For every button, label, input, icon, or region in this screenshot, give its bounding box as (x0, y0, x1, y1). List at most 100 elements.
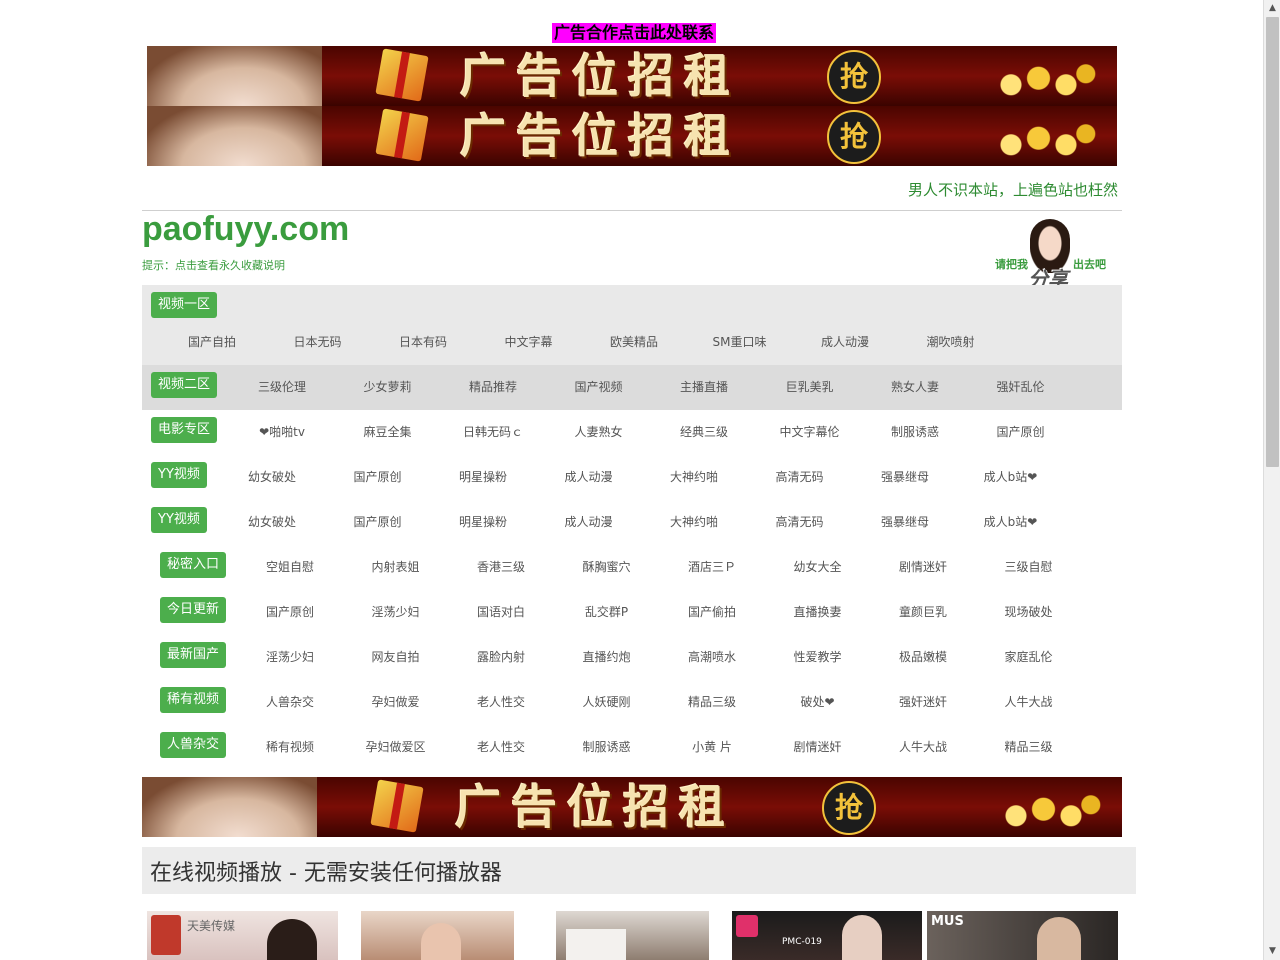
nav-link[interactable]: 童颜巨乳 (873, 603, 973, 620)
scroll-down-icon[interactable]: ▼ (1264, 943, 1280, 960)
nav-section-badge[interactable]: YY视频 (151, 507, 207, 533)
nav-link[interactable]: 人妖硬刚 (557, 693, 657, 710)
nav-link[interactable]: 露脸内射 (451, 648, 551, 665)
ad-contact-link[interactable]: 广告合作点击此处联系 (552, 23, 717, 43)
nav-link[interactable]: 人妻熟女 (549, 423, 649, 440)
nav-link[interactable]: 高潮喷水 (662, 648, 762, 665)
nav-section-badge[interactable]: 今日更新 (160, 597, 227, 623)
nav-link[interactable]: 日本有码 (373, 333, 473, 350)
nav-link[interactable]: 空姐自慰 (240, 558, 340, 575)
nav-link[interactable]: 国产自拍 (162, 333, 262, 350)
ad-banner-1[interactable]: 广告位招租 抢 (147, 46, 1117, 106)
nav-link[interactable]: 日本无码 (268, 333, 368, 350)
nav-link[interactable]: 直播约炮 (557, 648, 657, 665)
nav-link[interactable]: 淫荡少妇 (240, 648, 340, 665)
site-name[interactable]: paofuyy.com (142, 210, 349, 249)
nav-link[interactable]: 内射表姐 (346, 558, 446, 575)
video-thumbnail[interactable] (556, 911, 709, 960)
nav-link[interactable]: SM重口味 (690, 333, 790, 350)
nav-link[interactable]: 酥胸蜜穴 (557, 558, 657, 575)
nav-link[interactable]: 制服诱惑 (557, 738, 657, 755)
nav-link[interactable]: 破处❤ (768, 693, 868, 710)
nav-link[interactable]: 现场破处 (979, 603, 1079, 620)
nav-link[interactable]: 三级伦理 (232, 378, 332, 395)
nav-link[interactable]: 国产偷拍 (662, 603, 762, 620)
nav-link[interactable]: 孕妇做爱 (346, 693, 446, 710)
ad-banner-3[interactable]: 广告位招租 抢 (142, 777, 1122, 837)
nav-link[interactable]: 成人b站❤ (961, 513, 1061, 530)
nav-link[interactable]: 中文字幕伦 (760, 423, 860, 440)
video-thumbnail[interactable]: MUS (927, 911, 1118, 960)
nav-link[interactable]: 酒店三Ｐ (662, 558, 762, 575)
nav-link[interactable]: 国产原创 (328, 513, 428, 530)
nav-link[interactable]: 剧情迷奸 (873, 558, 973, 575)
nav-link[interactable]: 明星操粉 (433, 468, 533, 485)
nav-link[interactable]: 强奸乱伦 (971, 378, 1071, 395)
nav-link[interactable]: 精品三级 (662, 693, 762, 710)
nav-section-badge[interactable]: 秘密入口 (160, 552, 227, 578)
nav-link[interactable]: 人兽杂交 (240, 693, 340, 710)
nav-link[interactable]: 强暴继母 (855, 513, 955, 530)
video-thumbnail[interactable]: 天美传媒 (147, 911, 338, 960)
nav-link[interactable]: 孕妇做爱区 (346, 738, 446, 755)
nav-link[interactable]: 大神约啪 (644, 468, 744, 485)
video-thumbnail[interactable] (361, 911, 514, 960)
nav-link[interactable]: 老人性交 (451, 738, 551, 755)
nav-link[interactable]: 精品推荐 (443, 378, 543, 395)
nav-link[interactable]: 直播换妻 (768, 603, 868, 620)
nav-link[interactable]: 淫荡少妇 (346, 603, 446, 620)
nav-section-badge[interactable]: 视频二区 (151, 372, 218, 398)
nav-link[interactable]: 性爱教学 (768, 648, 868, 665)
nav-section-badge[interactable]: 最新国产 (160, 642, 227, 668)
nav-link[interactable]: 稀有视频 (240, 738, 340, 755)
nav-link[interactable]: 国语对白 (451, 603, 551, 620)
nav-link[interactable]: 主播直播 (654, 378, 754, 395)
nav-link[interactable]: 幼女破处 (222, 513, 322, 530)
nav-link[interactable]: 人牛大战 (979, 693, 1079, 710)
nav-link[interactable]: 老人性交 (451, 693, 551, 710)
nav-link[interactable]: 强奸迷奸 (873, 693, 973, 710)
nav-link[interactable]: 极品嫩模 (873, 648, 973, 665)
nav-link[interactable]: 欧美精品 (584, 333, 684, 350)
nav-link[interactable]: 制服诱惑 (865, 423, 965, 440)
nav-link[interactable]: 成人动漫 (539, 468, 639, 485)
nav-link[interactable]: 成人b站❤ (961, 468, 1061, 485)
video-thumbnail[interactable]: PMC-019 (732, 911, 922, 960)
nav-link[interactable]: 强暴继母 (855, 468, 955, 485)
nav-link[interactable]: 三级自慰 (979, 558, 1079, 575)
nav-link[interactable]: 国产原创 (240, 603, 340, 620)
nav-link[interactable]: 巨乳美乳 (760, 378, 860, 395)
scroll-up-icon[interactable]: ▲ (1264, 0, 1280, 17)
nav-link[interactable]: 幼女破处 (222, 468, 322, 485)
nav-link[interactable]: 潮吹喷射 (901, 333, 1001, 350)
vertical-scrollbar[interactable]: ▲ ▼ (1263, 0, 1280, 960)
nav-link[interactable]: 人牛大战 (873, 738, 973, 755)
nav-link[interactable]: 明星操粉 (433, 513, 533, 530)
nav-link[interactable]: 家庭乱伦 (979, 648, 1079, 665)
nav-link[interactable]: 幼女大全 (768, 558, 868, 575)
nav-link[interactable]: 国产原创 (328, 468, 428, 485)
nav-link[interactable]: 网友自拍 (346, 648, 446, 665)
nav-link[interactable]: 国产视频 (549, 378, 649, 395)
nav-link[interactable]: 日韩无码ｃ (443, 423, 543, 440)
nav-link[interactable]: 大神约啪 (644, 513, 744, 530)
nav-link[interactable]: 乱交群P (557, 603, 657, 620)
share-button[interactable]: 请把我 出去吧 分享 (994, 219, 1108, 291)
nav-link[interactable]: 高清无码 (750, 468, 850, 485)
nav-link[interactable]: 香港三级 (451, 558, 551, 575)
nav-link[interactable]: 经典三级 (654, 423, 754, 440)
nav-link[interactable]: 中文字幕 (479, 333, 579, 350)
nav-link[interactable]: ❤啪啪tv (232, 423, 332, 440)
nav-link[interactable]: 成人动漫 (795, 333, 895, 350)
nav-link[interactable]: 国产原创 (971, 423, 1071, 440)
nav-link[interactable]: 剧情迷奸 (768, 738, 868, 755)
nav-section-badge[interactable]: 人兽杂交 (160, 732, 227, 758)
nav-section-badge[interactable]: 电影专区 (151, 417, 218, 443)
nav-link[interactable]: 成人动漫 (539, 513, 639, 530)
nav-link[interactable]: 麻豆全集 (338, 423, 438, 440)
nav-link[interactable]: 熟女人妻 (865, 378, 965, 395)
nav-link[interactable]: 小黄 片 (662, 738, 762, 755)
nav-link[interactable]: 高清无码 (750, 513, 850, 530)
nav-link[interactable]: 精品三级 (979, 738, 1079, 755)
scrollbar-thumb[interactable] (1266, 17, 1279, 467)
